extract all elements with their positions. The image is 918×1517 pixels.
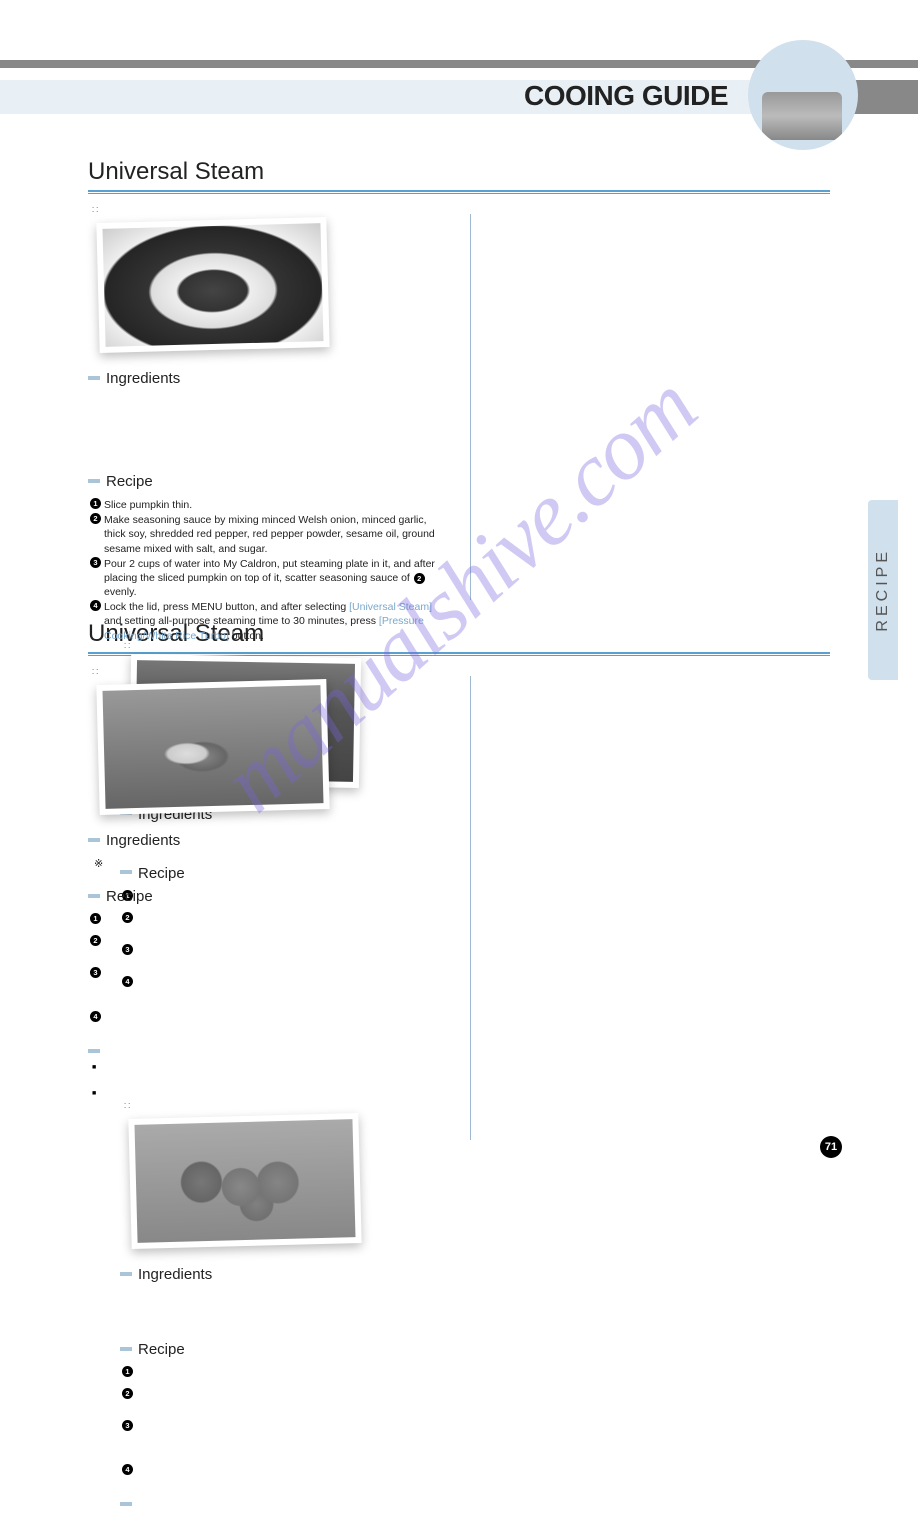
- step-2: 2Make seasoning sauce by mixing minced W…: [90, 513, 448, 556]
- section1-rule: [88, 190, 830, 194]
- section2-columns: ∷ Ingredients ※ Recipe 1 2 3 4 ∷ Ingredi…: [88, 670, 830, 1140]
- step-4: 4Lock the lid, press MENU button, and af…: [90, 600, 448, 643]
- recipe-label: Recipe: [120, 1341, 480, 1358]
- recipe-label: Recipe: [88, 473, 448, 490]
- page-number: 71: [820, 1136, 842, 1158]
- recipe-photo-3: [96, 679, 329, 815]
- section1-left: ∷ Ingredients Recipe 1Slice pumpkin thin…: [88, 208, 448, 644]
- recipe-steps-list: 1 2 3 4: [88, 913, 448, 1035]
- side-tab-recipe: RECIPE: [868, 500, 898, 680]
- ingredients-label: Ingredients: [88, 370, 448, 387]
- step-4: 4: [122, 1464, 480, 1488]
- section1-heading: Universal Steam: [88, 158, 830, 186]
- section2-left: ∷ Ingredients ※ Recipe 1 2 3 4: [88, 670, 448, 1104]
- section2-right: ∷ Ingredients Recipe 1 2 3 4: [120, 1104, 480, 1517]
- recipe-steps-list: 1 2 3 4: [120, 1366, 480, 1488]
- hero-product-circle: [748, 40, 858, 150]
- ingredients-label: Ingredients: [88, 832, 448, 849]
- recipe-label: Recipe: [88, 888, 448, 905]
- section2-divider: [470, 676, 471, 1140]
- step-2: 2: [90, 935, 448, 959]
- main-content: Universal Steam ∷ Ingredients Recipe 1Sl…: [88, 150, 830, 1140]
- section1-divider: [470, 214, 471, 600]
- dots-decoration: ∷: [124, 1104, 480, 1110]
- section1-columns: ∷ Ingredients Recipe 1Slice pumpkin thin…: [88, 208, 830, 600]
- step-3: 3Pour 2 cups of water into My Caldron, p…: [90, 557, 448, 600]
- recipe-photo-1: [96, 217, 329, 353]
- note-mark: ※: [94, 857, 448, 870]
- step-2: 2: [122, 1388, 480, 1412]
- step-3: 3: [122, 1420, 480, 1456]
- dots-decoration: ∷: [124, 644, 480, 650]
- step-1: 1Slice pumpkin thin.: [90, 498, 448, 512]
- dots-decoration: ∷: [92, 670, 448, 676]
- step-4: 4: [90, 1011, 448, 1035]
- step-1: 1: [90, 913, 448, 927]
- page-title: COOING GUIDE: [524, 80, 728, 112]
- step-1: 1: [122, 1366, 480, 1380]
- step-3: 3: [90, 967, 448, 1003]
- tip-bullet-2: [88, 1090, 448, 1100]
- tip-bullet-1: [88, 1064, 448, 1074]
- recipe-steps-list: 1Slice pumpkin thin. 2Make seasoning sau…: [88, 498, 448, 643]
- tip-dash-label: [120, 1496, 480, 1513]
- dots-decoration: ∷: [92, 208, 448, 214]
- ingredients-label: Ingredients: [120, 1266, 480, 1283]
- recipe-photo-4: [128, 1113, 361, 1249]
- tip-dash-label: [88, 1043, 448, 1060]
